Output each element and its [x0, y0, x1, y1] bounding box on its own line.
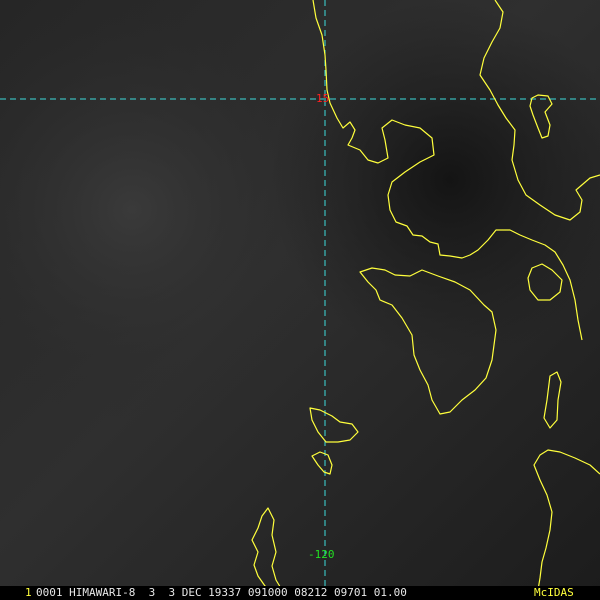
- satellite-image-viewer: 15 -120 1 0001 HIMAWARI-8 3 3 DEC 19337 …: [0, 0, 600, 600]
- coastline-mainland-upper: [312, 0, 583, 341]
- coastline-southeast: [533, 449, 600, 591]
- brand-logo-text: McIDAS: [534, 586, 574, 599]
- island-south-central-a: [309, 407, 359, 443]
- map-overlay: [0, 0, 600, 593]
- frame-number: 1: [25, 586, 32, 599]
- island-northeast: [529, 94, 553, 139]
- island-east-thin: [543, 371, 562, 429]
- island-central-large: [359, 267, 497, 415]
- status-bar: 1 0001 HIMAWARI-8 3 3 DEC 19337 091000 0…: [0, 586, 600, 600]
- longitude-label: -120: [308, 548, 335, 561]
- island-east-small: [527, 263, 563, 301]
- image-info-text: 0001 HIMAWARI-8 3 3 DEC 19337 091000 082…: [36, 586, 407, 599]
- island-south-central-b: [311, 451, 333, 475]
- latitude-label: 15: [316, 92, 330, 105]
- coastline-mainland-north: [479, 0, 600, 221]
- island-southwest: [251, 507, 283, 593]
